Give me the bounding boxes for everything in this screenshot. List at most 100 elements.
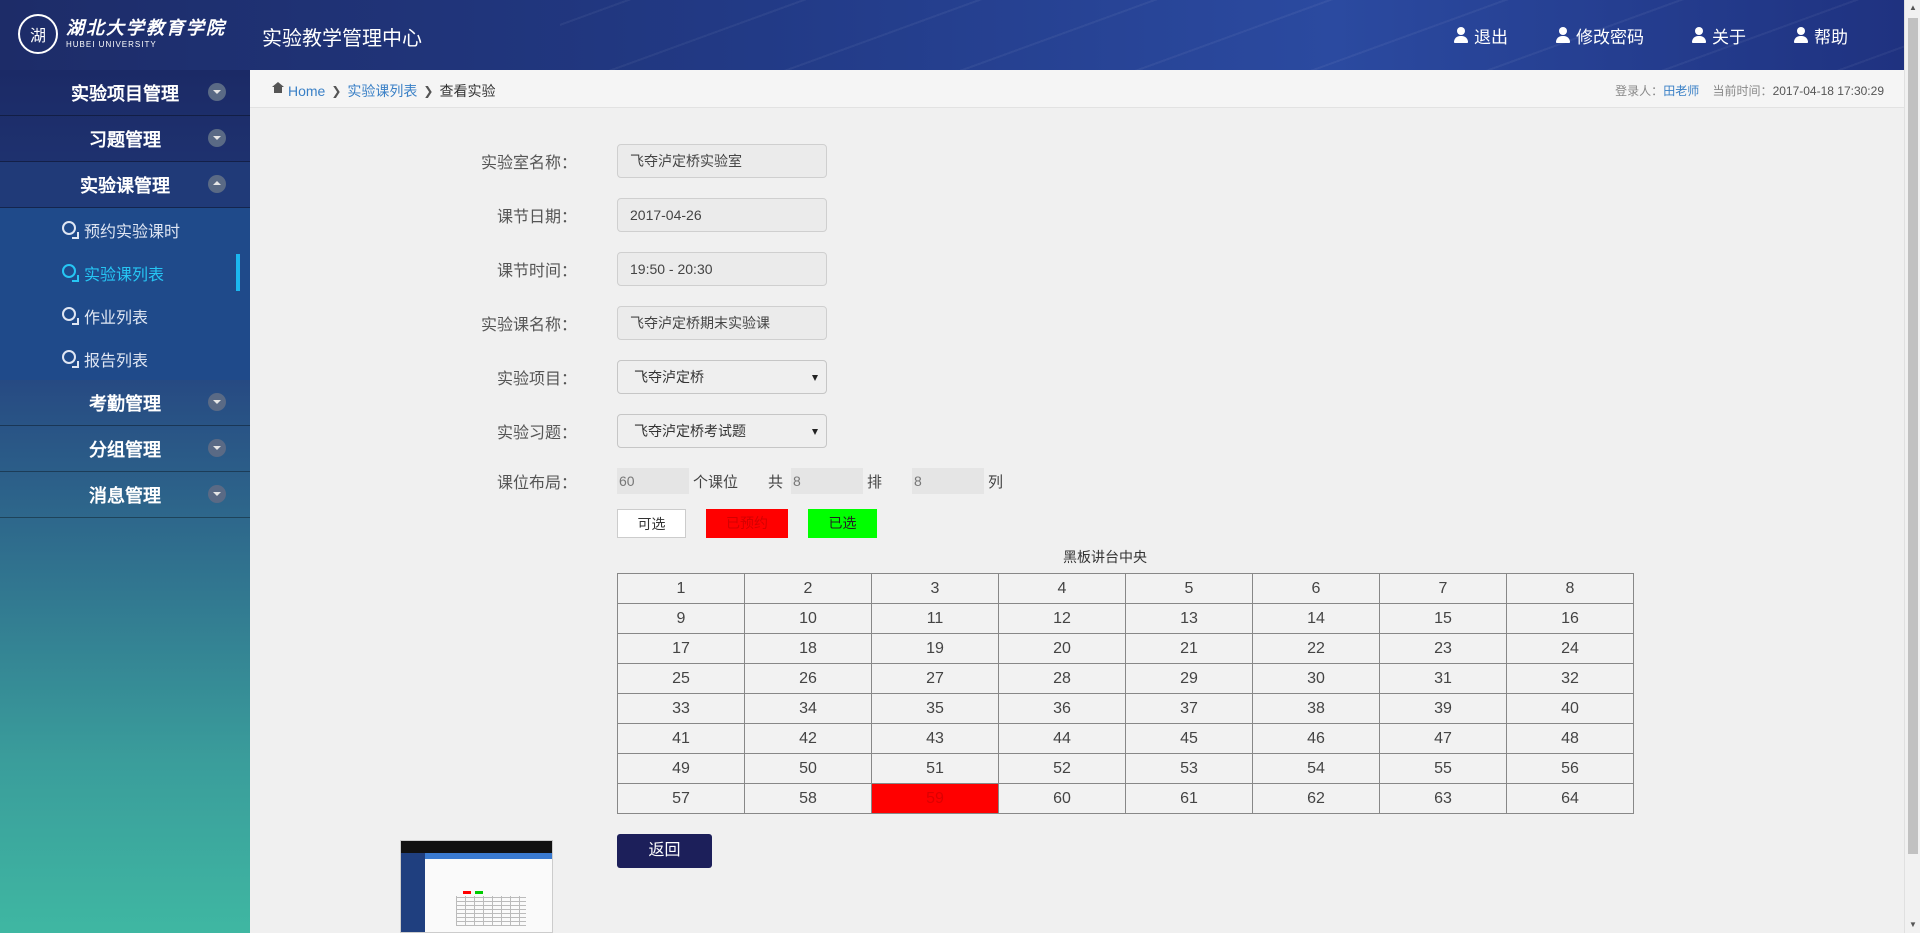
- seat-cell[interactable]: 55: [1379, 753, 1507, 784]
- logout-link[interactable]: 退出: [1454, 23, 1508, 48]
- seat-cell[interactable]: 22: [1252, 633, 1380, 664]
- seat-cell[interactable]: 64: [1506, 783, 1634, 814]
- project-select[interactable]: 飞夺泸定桥: [617, 360, 827, 394]
- sidebar-item-homework-list[interactable]: 作业列表: [0, 294, 250, 337]
- cols-field[interactable]: 8: [912, 468, 985, 494]
- seat-cell[interactable]: 5: [1125, 573, 1253, 604]
- seat-cell[interactable]: 16: [1506, 603, 1634, 634]
- about-link[interactable]: 关于: [1692, 23, 1746, 48]
- exercise-select[interactable]: 飞夺泸定桥考试题: [617, 414, 827, 448]
- scroll-thumb[interactable]: [1908, 18, 1918, 854]
- seat-cell[interactable]: 59: [871, 783, 999, 814]
- seat-cell[interactable]: 51: [871, 753, 999, 784]
- seat-cell[interactable]: 24: [1506, 633, 1634, 664]
- course-name-field[interactable]: 飞夺泸定桥期末实验课: [617, 306, 827, 340]
- seat-cell[interactable]: 49: [617, 753, 745, 784]
- search-icon: [62, 307, 79, 325]
- back-button[interactable]: 返回: [617, 834, 712, 868]
- seat-cell[interactable]: 33: [617, 693, 745, 724]
- sidebar-item-report-list[interactable]: 报告列表: [0, 337, 250, 380]
- seat-cell[interactable]: 20: [998, 633, 1126, 664]
- menu-lab-courses[interactable]: 实验课管理: [0, 162, 250, 208]
- seat-cell[interactable]: 43: [871, 723, 999, 754]
- menu-experiment-projects[interactable]: 实验项目管理: [0, 70, 250, 116]
- exercise-label: 实验习题：: [496, 425, 577, 442]
- vertical-scrollbar[interactable]: ▲ ▼: [1904, 0, 1920, 933]
- seat-cell[interactable]: 41: [617, 723, 745, 754]
- seat-cell[interactable]: 15: [1379, 603, 1507, 634]
- seat-cell[interactable]: 29: [1125, 663, 1253, 694]
- seat-cell[interactable]: 4: [998, 573, 1126, 604]
- seat-cell[interactable]: 11: [871, 603, 999, 634]
- date-field[interactable]: 2017-04-26: [617, 198, 827, 232]
- seat-cell[interactable]: 52: [998, 753, 1126, 784]
- seat-count-field[interactable]: 60: [617, 468, 689, 494]
- scroll-up-icon[interactable]: ▲: [1905, 0, 1920, 16]
- date-row: 课节日期： 2017-04-26: [457, 198, 827, 232]
- seat-cell[interactable]: 38: [1252, 693, 1380, 724]
- seat-cell[interactable]: 9: [617, 603, 745, 634]
- seat-cell[interactable]: 62: [1252, 783, 1380, 814]
- seat-cell[interactable]: 26: [744, 663, 872, 694]
- seat-cell[interactable]: 23: [1379, 633, 1507, 664]
- scroll-down-icon[interactable]: ▼: [1905, 917, 1920, 933]
- seat-cell[interactable]: 61: [1125, 783, 1253, 814]
- seat-cell[interactable]: 18: [744, 633, 872, 664]
- seat-cell[interactable]: 58: [744, 783, 872, 814]
- breadcrumb-home[interactable]: Home: [288, 83, 325, 99]
- seat-cell[interactable]: 46: [1252, 723, 1380, 754]
- seat-cell[interactable]: 63: [1379, 783, 1507, 814]
- seat-cell[interactable]: 34: [744, 693, 872, 724]
- seat-cell[interactable]: 45: [1125, 723, 1253, 754]
- seat-cell[interactable]: 10: [744, 603, 872, 634]
- seat-cell[interactable]: 53: [1125, 753, 1253, 784]
- seat-cell[interactable]: 31: [1379, 663, 1507, 694]
- seat-cell[interactable]: 60: [998, 783, 1126, 814]
- menu-exercises[interactable]: 习题管理: [0, 116, 250, 162]
- time-field[interactable]: 19:50 - 20:30: [617, 252, 827, 286]
- sidebar-item-course-list[interactable]: 实验课列表: [0, 251, 250, 294]
- menu-groups[interactable]: 分组管理: [0, 426, 250, 472]
- seat-cell[interactable]: 48: [1506, 723, 1634, 754]
- seat-cell[interactable]: 8: [1506, 573, 1634, 604]
- seat-cell[interactable]: 3: [871, 573, 999, 604]
- seat-cell[interactable]: 50: [744, 753, 872, 784]
- sidebar-item-book-session[interactable]: 预约实验课时: [0, 208, 250, 251]
- seat-cell[interactable]: 7: [1379, 573, 1507, 604]
- seat-cell[interactable]: 1: [617, 573, 745, 604]
- menu-messages[interactable]: 消息管理: [0, 472, 250, 518]
- change-password-link[interactable]: 修改密码: [1556, 23, 1644, 48]
- seat-cell[interactable]: 56: [1506, 753, 1634, 784]
- rows-field[interactable]: 8: [791, 468, 864, 494]
- seat-cell[interactable]: 54: [1252, 753, 1380, 784]
- menu-attendance[interactable]: 考勤管理: [0, 380, 250, 426]
- seat-cell[interactable]: 30: [1252, 663, 1380, 694]
- seat-cell[interactable]: 14: [1252, 603, 1380, 634]
- seat-cell[interactable]: 57: [617, 783, 745, 814]
- seat-cell[interactable]: 44: [998, 723, 1126, 754]
- seat-cell[interactable]: 37: [1125, 693, 1253, 724]
- seat-cell[interactable]: 12: [998, 603, 1126, 634]
- seat-cell[interactable]: 39: [1379, 693, 1507, 724]
- breadcrumb-course-list[interactable]: 实验课列表: [347, 81, 417, 101]
- seat-cell[interactable]: 13: [1125, 603, 1253, 634]
- seat-cell[interactable]: 17: [617, 633, 745, 664]
- seat-cell[interactable]: 25: [617, 663, 745, 694]
- seat-cell[interactable]: 21: [1125, 633, 1253, 664]
- seat-cell[interactable]: 42: [744, 723, 872, 754]
- seat-cell[interactable]: 35: [871, 693, 999, 724]
- seat-row: 41 42 43 44 45 46 47 48: [617, 723, 1634, 754]
- seat-cell[interactable]: 19: [871, 633, 999, 664]
- lab-name-field[interactable]: 飞夺泸定桥实验室: [617, 144, 827, 178]
- seat-cell[interactable]: 6: [1252, 573, 1380, 604]
- seat-cell[interactable]: 32: [1506, 663, 1634, 694]
- seat-cell[interactable]: 40: [1506, 693, 1634, 724]
- login-user[interactable]: 田老师: [1663, 84, 1699, 98]
- seat-cell[interactable]: 27: [871, 663, 999, 694]
- seat-cell[interactable]: 47: [1379, 723, 1507, 754]
- seat-cell[interactable]: 36: [998, 693, 1126, 724]
- seat-cell[interactable]: 28: [998, 663, 1126, 694]
- seat-cell[interactable]: 2: [744, 573, 872, 604]
- help-link[interactable]: 帮助: [1794, 23, 1848, 48]
- university-logo: 湖 湖北大学教育学院 HUBEI UNIVERSITY: [18, 14, 226, 54]
